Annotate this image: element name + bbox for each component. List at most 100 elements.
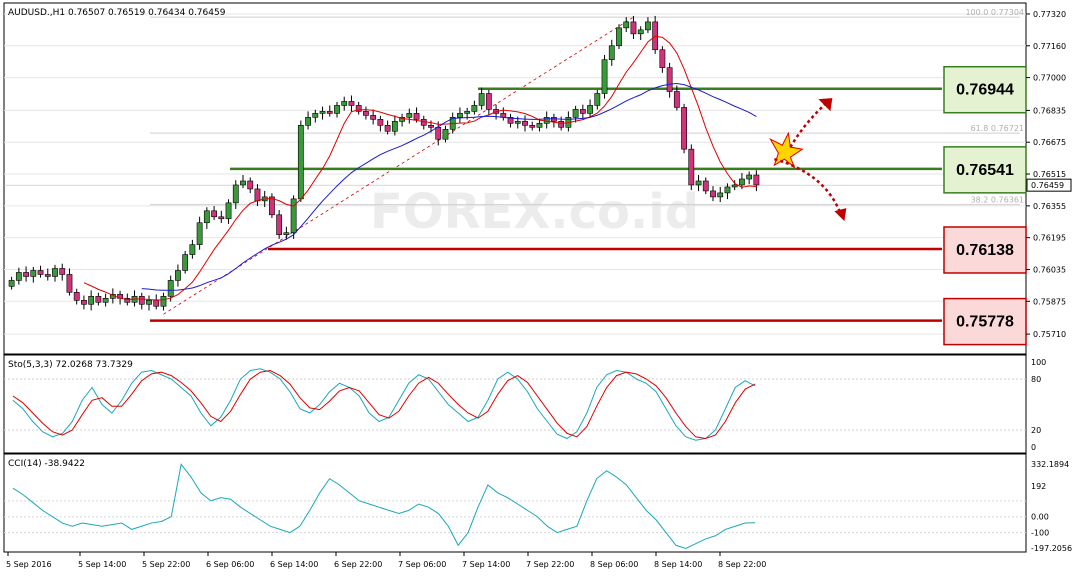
price-tick-label: 0.75875: [1033, 297, 1066, 306]
fib-label: 100.0 0.77304: [965, 8, 1024, 17]
price-tick-label: 0.76515: [1033, 170, 1066, 179]
candle-bear: [428, 125, 434, 128]
watermark: FOREX.co.id: [370, 184, 699, 240]
time-tick-label: 8 Sep 14:00: [654, 560, 702, 569]
level-box-label: 0.75778: [956, 314, 1014, 331]
candle-bull: [15, 272, 22, 281]
candle-bull: [717, 192, 724, 198]
cci-tick-label: -100: [1031, 529, 1049, 538]
candle-bull: [203, 210, 210, 224]
candle-bear: [276, 214, 283, 235]
candle-bull: [608, 45, 615, 60]
candle-bear: [153, 299, 160, 307]
price-tick-label: 0.76355: [1033, 202, 1066, 211]
candle-bull: [196, 222, 203, 245]
price-tick-label: 0.77160: [1033, 42, 1066, 51]
candle-bull: [587, 105, 593, 114]
candle-bear: [348, 101, 355, 106]
candle-bear: [413, 113, 420, 120]
price-tick-label: 0.76195: [1033, 234, 1066, 243]
cci-tick-label: -197.2056: [1031, 544, 1072, 553]
candle-bull: [297, 125, 304, 200]
candle-bull: [30, 270, 37, 277]
candle-bull: [167, 280, 174, 297]
candle-bear: [579, 109, 586, 114]
level-box-label: 0.76944: [956, 82, 1014, 99]
candle-bear: [558, 121, 565, 128]
candle-bull: [319, 111, 326, 114]
candle-bull: [334, 105, 340, 114]
candle-bear: [522, 121, 528, 126]
cci-tick-label: 332.1894: [1031, 460, 1069, 469]
candle-bull: [645, 21, 651, 31]
candle-bear: [753, 174, 760, 186]
time-tick-label: 6 Sep 14:00: [270, 560, 318, 569]
candle-bull: [724, 186, 731, 194]
candle-bear: [247, 180, 254, 190]
cci-frame: [3, 453, 1027, 553]
candle-bull: [312, 113, 319, 118]
time-tick-label: 5 Sep 22:00: [142, 560, 190, 569]
time-tick-label: 7 Sep 14:00: [462, 560, 510, 569]
candle-bull: [146, 299, 152, 305]
chart-canvas: FOREX.co.id 100.0 0.77304 61.8 0.76721 38.…: [3, 2, 1072, 569]
candle-bear: [81, 299, 87, 305]
candle-bull: [478, 93, 485, 106]
time-tick-label: 5 Sep 14:00: [78, 560, 126, 569]
price-tick-label: 0.77320: [1033, 10, 1066, 19]
time-tick-label: 7 Sep 22:00: [526, 560, 574, 569]
candle-bull: [232, 184, 239, 204]
candle-bear: [551, 117, 557, 122]
candle-bull: [8, 280, 15, 287]
candle-bear: [384, 125, 391, 132]
candle-bear: [702, 180, 709, 192]
candle-bear: [435, 126, 442, 140]
candle-bull: [594, 93, 601, 106]
candle-bear: [95, 296, 102, 303]
fib-label: 38.2 0.76361: [971, 196, 1024, 205]
candle-bull: [305, 117, 311, 126]
candle-bear: [688, 148, 695, 186]
candle-bear: [218, 216, 225, 220]
candle-bull: [283, 232, 290, 235]
candle-bull: [160, 296, 167, 307]
candle-bear: [529, 125, 536, 128]
candle-bear: [363, 111, 369, 116]
candle-bear: [659, 49, 666, 68]
stochastic-header: Sto(5,3,3) 72.0268 73.7329: [8, 360, 133, 370]
time-tick-label: 6 Sep 06:00: [206, 560, 254, 569]
candle-bear: [254, 188, 261, 202]
candle-bull: [457, 113, 463, 118]
candle-bear: [673, 91, 680, 108]
candle-bear: [681, 107, 687, 150]
price-tick-label: 0.76675: [1033, 138, 1066, 147]
candle-bull: [442, 128, 449, 140]
price-tick-label: 0.76835: [1033, 106, 1066, 115]
level-box-label: 0.76138: [956, 242, 1014, 259]
candle-bear: [138, 296, 145, 305]
candle-bull: [536, 123, 543, 128]
candle-bull: [102, 298, 109, 303]
candle-bear: [326, 111, 333, 114]
price-tick-label: 0.77000: [1033, 74, 1066, 83]
cci-header: CCI(14) -38.9422: [8, 459, 85, 469]
candle-bull: [189, 244, 196, 255]
candle-bull: [182, 254, 189, 271]
candle-bear: [37, 270, 44, 275]
cci-tick-label: 192: [1031, 482, 1046, 491]
candle-bear: [23, 272, 29, 277]
candle-bull: [623, 21, 630, 29]
stoch-tick-label: 0: [1031, 443, 1036, 452]
candle-bear: [710, 190, 716, 198]
stoch-tick-label: 20: [1031, 426, 1041, 435]
candle-bull: [514, 121, 521, 124]
candle-bull: [88, 296, 95, 305]
candle-bull: [746, 174, 753, 180]
candle-bull: [695, 180, 702, 186]
current-price-label: 0.76459: [1031, 181, 1064, 190]
candle-bull: [464, 111, 471, 114]
candle-bull: [616, 27, 622, 47]
candle-bull: [341, 101, 348, 106]
candle-bear: [485, 93, 492, 110]
level-box-label: 0.76541: [956, 162, 1014, 179]
